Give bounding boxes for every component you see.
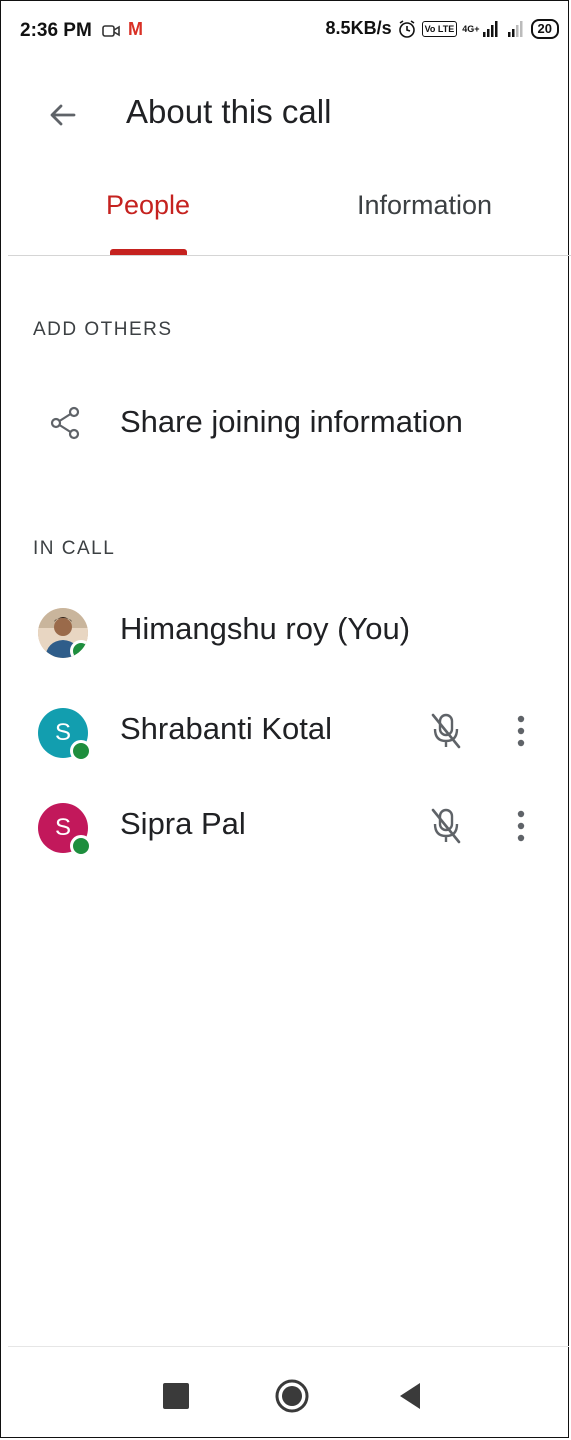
signal-icon-sim2 bbox=[507, 20, 523, 37]
online-status-dot bbox=[70, 640, 88, 658]
page-title: About this call bbox=[126, 93, 332, 130]
status-bar: 2:36 PM M 8.5KB/s Vo LTE 4G+ 20 bbox=[0, 0, 571, 62]
tab-divider bbox=[8, 255, 571, 256]
avatar: S bbox=[38, 708, 92, 762]
more-vert-icon[interactable] bbox=[506, 711, 536, 751]
avatar-initial: S bbox=[54, 719, 71, 746]
avatar bbox=[38, 608, 88, 658]
online-status-dot bbox=[70, 835, 92, 857]
online-status-dot bbox=[70, 740, 92, 762]
video-call-icon bbox=[102, 25, 120, 37]
share-joining-info-label: Share joining information bbox=[120, 404, 463, 439]
more-vert-icon[interactable] bbox=[506, 806, 536, 846]
participant-row[interactable]: S Sipra Pal bbox=[0, 798, 571, 878]
alarm-icon bbox=[398, 19, 415, 38]
network-type-label: 4G+ bbox=[462, 23, 480, 34]
share-joining-info-button[interactable]: Share joining information bbox=[0, 390, 571, 462]
tab-people[interactable]: People bbox=[106, 190, 190, 221]
recent-apps-button[interactable] bbox=[163, 1383, 189, 1409]
status-right: 8.5KB/s Vo LTE 4G+ 20 bbox=[326, 18, 559, 39]
share-icon bbox=[50, 406, 80, 440]
participant-row[interactable]: Himangshu roy (You) bbox=[0, 603, 571, 683]
avatar: S bbox=[38, 803, 92, 857]
network-speed: 8.5KB/s bbox=[325, 18, 392, 38]
system-nav-bar bbox=[8, 1346, 569, 1439]
home-button[interactable] bbox=[274, 1378, 310, 1414]
signal-icon-sim1 bbox=[482, 20, 498, 37]
nav-back-button[interactable] bbox=[394, 1380, 424, 1412]
arrow-back-icon[interactable] bbox=[42, 94, 84, 136]
battery-icon: 20 bbox=[530, 18, 559, 39]
participant-name: Shrabanti Kotal bbox=[120, 711, 332, 746]
participant-name: Sipra Pal bbox=[120, 806, 246, 841]
avatar-initial: S bbox=[54, 814, 71, 841]
in-call-heading: IN CALL bbox=[33, 538, 116, 559]
mic-off-icon[interactable] bbox=[428, 711, 464, 751]
participant-name: Himangshu roy (You) bbox=[120, 611, 411, 646]
add-others-heading: ADD OTHERS bbox=[33, 319, 173, 340]
gmail-icon: M bbox=[128, 19, 143, 39]
tab-information[interactable]: Information bbox=[357, 190, 492, 221]
status-time: 2:36 PM bbox=[20, 20, 92, 41]
volte-icon: Vo LTE bbox=[421, 20, 458, 37]
participant-row[interactable]: S Shrabanti Kotal bbox=[0, 703, 571, 783]
mic-off-icon[interactable] bbox=[428, 806, 464, 846]
